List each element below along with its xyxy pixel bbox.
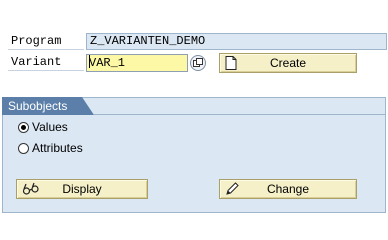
glasses-icon xyxy=(22,182,39,195)
variant-input[interactable]: VAR_1 xyxy=(86,54,188,72)
radio-attributes-label: Attributes xyxy=(32,141,83,155)
variant-input-value: VAR_1 xyxy=(89,56,126,70)
create-button[interactable]: Create xyxy=(219,53,357,73)
group-divider xyxy=(94,114,386,115)
radio-selected-icon xyxy=(18,122,29,133)
program-field: Z_VARIANTEN_DEMO xyxy=(86,33,387,50)
create-button-label: Create xyxy=(269,56,307,70)
change-button[interactable]: Change xyxy=(219,179,357,199)
program-label: Program xyxy=(8,33,84,50)
radio-values[interactable]: Values xyxy=(18,119,68,135)
new-document-icon xyxy=(225,56,237,70)
value-help-button[interactable] xyxy=(190,55,206,71)
subobjects-title: Subobjects xyxy=(2,97,94,115)
change-button-label: Change xyxy=(266,182,310,196)
variant-label: Variant xyxy=(8,54,84,71)
display-button[interactable]: Display xyxy=(16,179,148,199)
pencil-icon xyxy=(226,182,239,195)
value-help-icon xyxy=(193,58,203,67)
radio-attributes[interactable]: Attributes xyxy=(18,140,83,156)
radio-values-label: Values xyxy=(32,120,68,134)
radio-unselected-icon xyxy=(18,143,29,154)
display-button-label: Display xyxy=(62,182,102,196)
